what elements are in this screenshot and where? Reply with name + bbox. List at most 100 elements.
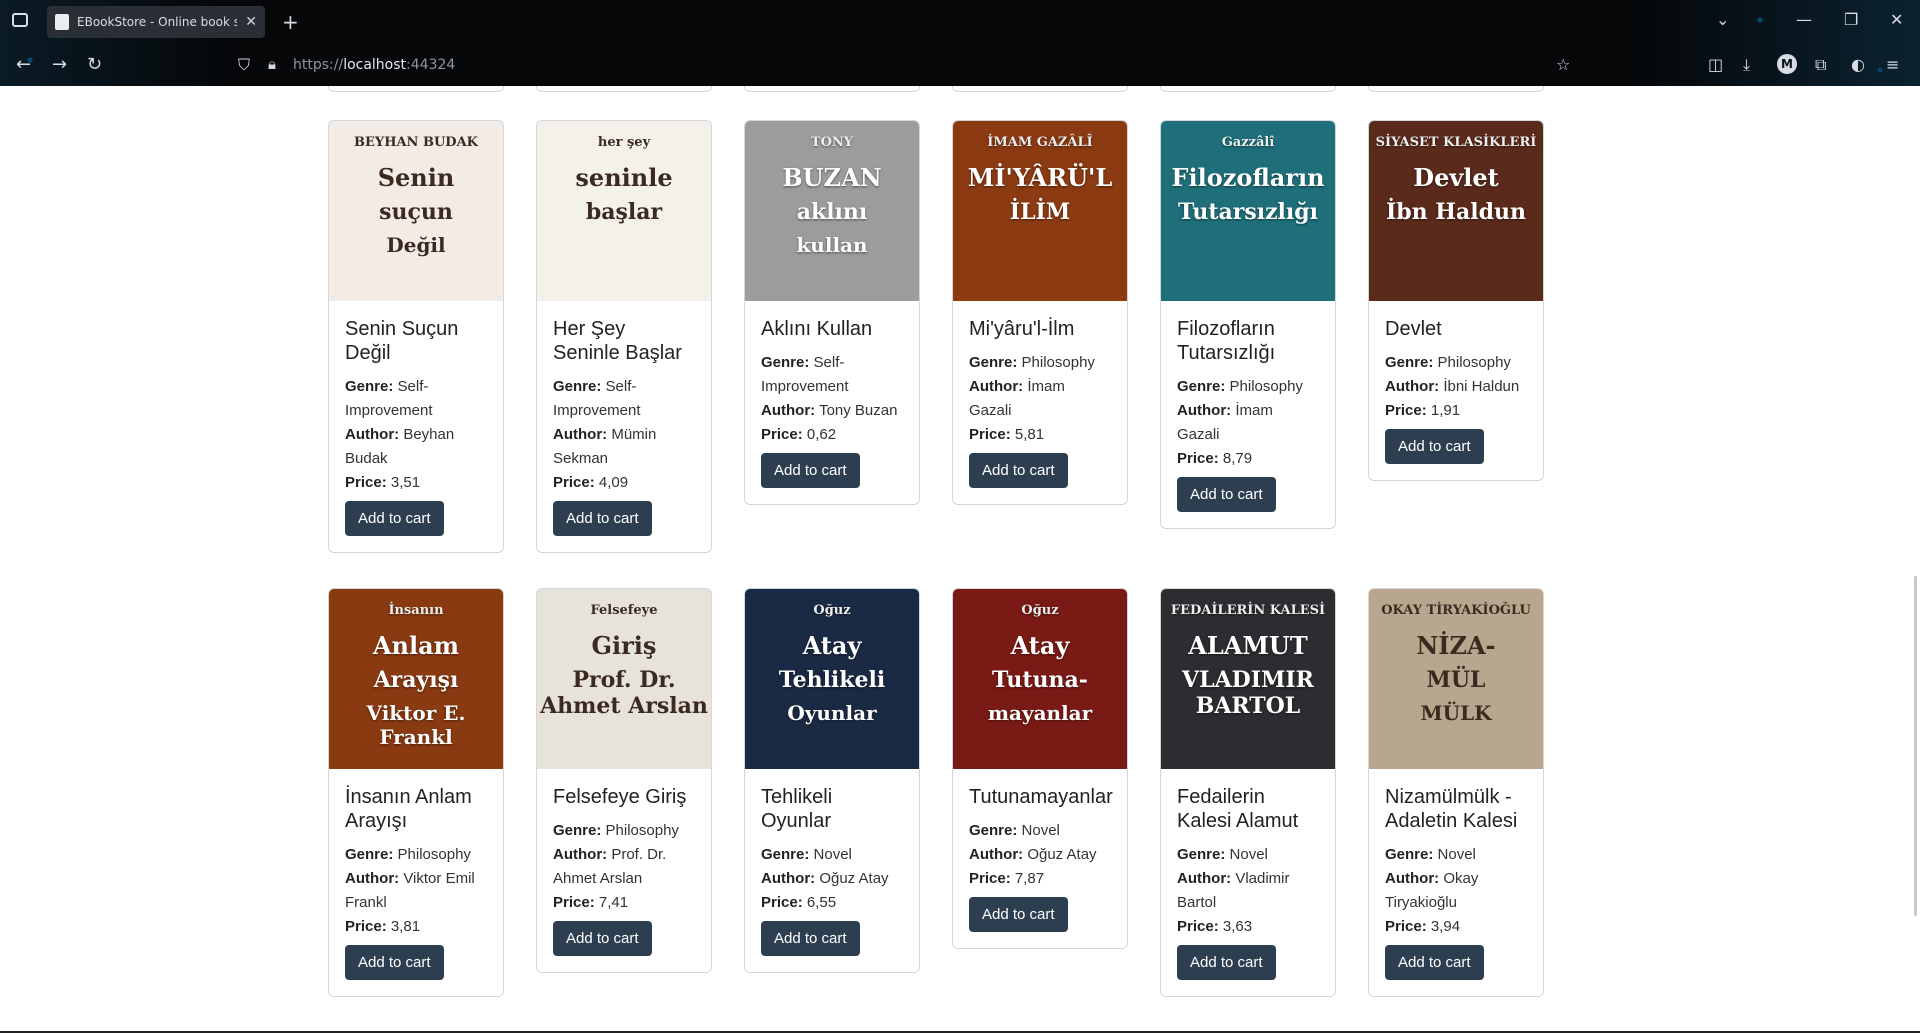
book-author: Author: Mümin Sekman xyxy=(553,423,695,471)
author-value: Oğuz Atay xyxy=(819,870,889,887)
book-cover-image[interactable]: FEDAİLERİN KALESİ ALAMUT VLADIMIR BARTOL xyxy=(1161,589,1335,769)
close-window-icon[interactable]: ✕ xyxy=(1890,10,1903,29)
add-to-cart-button[interactable]: Add to cart xyxy=(553,501,652,536)
genre-label: Genre: xyxy=(969,822,1018,839)
book-cover-image[interactable]: Felsefeye Giriş Prof. Dr. Ahmet Arslan xyxy=(537,589,711,769)
add-to-cart-button[interactable]: Add to cart xyxy=(1385,429,1484,464)
url-bar[interactable]: https://localhost:44324 xyxy=(293,57,455,73)
book-author: Author: İmam Gazali xyxy=(1177,399,1319,447)
genre-label: Genre: xyxy=(969,354,1018,371)
price-value: 5,81 xyxy=(1014,426,1045,443)
add-to-cart-button[interactable]: Add to cart xyxy=(969,897,1068,932)
book-cover-image[interactable]: Gazzâlî Filozofların Tutarsızlığı xyxy=(1161,121,1335,301)
book-cover-image[interactable]: TONY BUZAN aklını kullan xyxy=(745,121,919,301)
cover-text: Tehlikeli xyxy=(778,667,886,693)
pocket-icon[interactable]: ◫ xyxy=(1708,55,1723,74)
add-to-cart-button[interactable]: Add to cart xyxy=(345,945,444,980)
cover-text: Tutuna- xyxy=(992,667,1088,693)
book-title[interactable]: Filozofların Tutarsızlığı xyxy=(1177,317,1319,365)
book-cover-image[interactable]: İMAM GAZÂLÎ Mİ'YÂRÜ'L İLİM xyxy=(953,121,1127,301)
bookmark-star-icon[interactable]: ☆ xyxy=(1556,55,1570,74)
genre-value: Philosophy xyxy=(1437,354,1511,371)
book-cover-image[interactable]: her şey seninle başlar xyxy=(537,121,711,301)
book-cover-image[interactable]: İnsanın Anlam Arayışı Viktor E. Frankl xyxy=(329,589,503,769)
forward-icon[interactable]: → xyxy=(52,54,67,75)
book-author: Author: Viktor Emil Frankl xyxy=(345,867,487,915)
book-price: Price: 3,94 xyxy=(1385,915,1527,939)
cover-text: Felsefeye xyxy=(590,603,658,618)
book-title[interactable]: Tehlikeli Oyunlar xyxy=(761,785,903,833)
chevron-down-icon[interactable]: ⌄ xyxy=(1716,10,1729,29)
book-title[interactable]: Fedailerin Kalesi Alamut xyxy=(1177,785,1319,833)
close-tab-icon[interactable]: ✕ xyxy=(245,14,257,30)
add-to-cart-button[interactable]: Add to cart xyxy=(553,921,652,956)
book-cover-image[interactable]: Oğuz Atay Tehlikeli Oyunlar xyxy=(745,589,919,769)
account-avatar-icon[interactable]: M xyxy=(1777,54,1797,74)
add-to-cart-button[interactable]: Add to cart xyxy=(761,921,860,956)
tab-bar: EBookStore - Online book store ✕ + ⌄ — ❐… xyxy=(0,0,1920,44)
add-to-cart-button[interactable]: Add to cart xyxy=(969,453,1068,488)
extensions-icon[interactable]: ⧉ xyxy=(1815,55,1826,75)
extension-puzzle-icon[interactable]: ◐ xyxy=(1851,55,1865,74)
cover-text: Viktor E. Frankl xyxy=(366,701,466,749)
book-price: Price: 4,09 xyxy=(553,471,695,495)
card-stub xyxy=(1160,86,1336,92)
add-to-cart-button[interactable]: Add to cart xyxy=(761,453,860,488)
cover-text: Filozofların xyxy=(1171,163,1325,192)
author-value: İbni Haldun xyxy=(1443,378,1520,395)
scrollbar[interactable] xyxy=(1914,576,1917,916)
back-icon[interactable]: ← xyxy=(16,54,31,75)
book-title[interactable]: Aklını Kullan xyxy=(761,317,903,341)
cover-text: Arayışı xyxy=(373,667,459,693)
genre-label: Genre: xyxy=(1177,378,1226,395)
book-card: İMAM GAZÂLÎ Mİ'YÂRÜ'L İLİM Mi'yâru'l-İlm G… xyxy=(952,120,1128,505)
book-card: TONY BUZAN aklını kullan Aklını Kullan Genr… xyxy=(744,120,920,505)
card-stub xyxy=(328,86,504,92)
download-icon[interactable]: ⤓ xyxy=(1743,55,1750,75)
page-content: BEYHAN BUDAK Senin suçun Değil Senin Suçun … xyxy=(0,86,1920,1033)
book-title[interactable]: Nizamülmülk - Adaletin Kalesi xyxy=(1385,785,1527,833)
browser-tab[interactable]: EBookStore - Online book store ✕ xyxy=(47,6,265,38)
browser-chrome: EBookStore - Online book store ✕ + ⌄ — ❐… xyxy=(0,0,1920,86)
book-cover-image[interactable]: BEYHAN BUDAK Senin suçun Değil xyxy=(329,121,503,301)
author-label: Author: xyxy=(1177,870,1232,887)
add-to-cart-button[interactable]: Add to cart xyxy=(1385,945,1484,980)
tab-list-icon[interactable] xyxy=(12,13,28,27)
book-cover-image[interactable]: OKAY TİRYAKİOĞLU NİZA- MÜL MÜLK xyxy=(1369,589,1543,769)
author-label: Author: xyxy=(1385,378,1440,395)
restore-icon[interactable]: ❐ xyxy=(1844,10,1858,29)
new-tab-icon[interactable]: + xyxy=(282,10,299,34)
genre-value: Philosophy xyxy=(1229,378,1303,395)
genre-label: Genre: xyxy=(761,846,810,863)
add-to-cart-button[interactable]: Add to cart xyxy=(1177,477,1276,512)
book-cover-image[interactable]: Oğuz Atay Tutuna-mayanlar xyxy=(953,589,1127,769)
cover-text: Oyunlar xyxy=(787,701,877,725)
book-title[interactable]: Her Şey Seninle Başlar xyxy=(553,317,695,365)
cover-text: İLİM xyxy=(1009,199,1071,225)
book-title[interactable]: Felsefeye Giriş xyxy=(553,785,695,809)
nav-bar: ← → ↻ ⛉ 🔒︎ https://localhost:44324 ☆ ◫ ⤓… xyxy=(0,44,1920,86)
book-author: Author: Vladimir Bartol xyxy=(1177,867,1319,915)
book-card: SİYASET KLASİKLERİ Devlet İbn Haldun Devle… xyxy=(1368,120,1544,481)
price-value: 3,94 xyxy=(1430,918,1461,935)
lock-icon[interactable]: 🔒︎ xyxy=(268,55,276,73)
author-label: Author: xyxy=(345,426,400,443)
book-price: Price: 5,81 xyxy=(969,423,1111,447)
cover-text: Giriş xyxy=(591,631,657,660)
book-title[interactable]: Tutunamayanlar xyxy=(969,785,1113,809)
minimize-icon[interactable]: — xyxy=(1796,10,1812,29)
cover-text: Anlam xyxy=(372,631,460,660)
shield-icon[interactable]: ⛉ xyxy=(238,55,250,75)
genre-value: Philosophy xyxy=(1021,354,1095,371)
book-title[interactable]: İnsanın Anlam Arayışı xyxy=(345,785,487,833)
price-label: Price: xyxy=(345,918,387,935)
book-title[interactable]: Devlet xyxy=(1385,317,1527,341)
menu-icon[interactable]: ≡ xyxy=(1886,55,1899,74)
add-to-cart-button[interactable]: Add to cart xyxy=(345,501,444,536)
cover-text: FEDAİLERİN KALESİ xyxy=(1170,603,1326,618)
book-cover-image[interactable]: SİYASET KLASİKLERİ Devlet İbn Haldun xyxy=(1369,121,1543,301)
add-to-cart-button[interactable]: Add to cart xyxy=(1177,945,1276,980)
book-title[interactable]: Senin Suçun Değil xyxy=(345,317,487,365)
book-title[interactable]: Mi'yâru'l-İlm xyxy=(969,317,1111,341)
reload-icon[interactable]: ↻ xyxy=(87,54,102,75)
